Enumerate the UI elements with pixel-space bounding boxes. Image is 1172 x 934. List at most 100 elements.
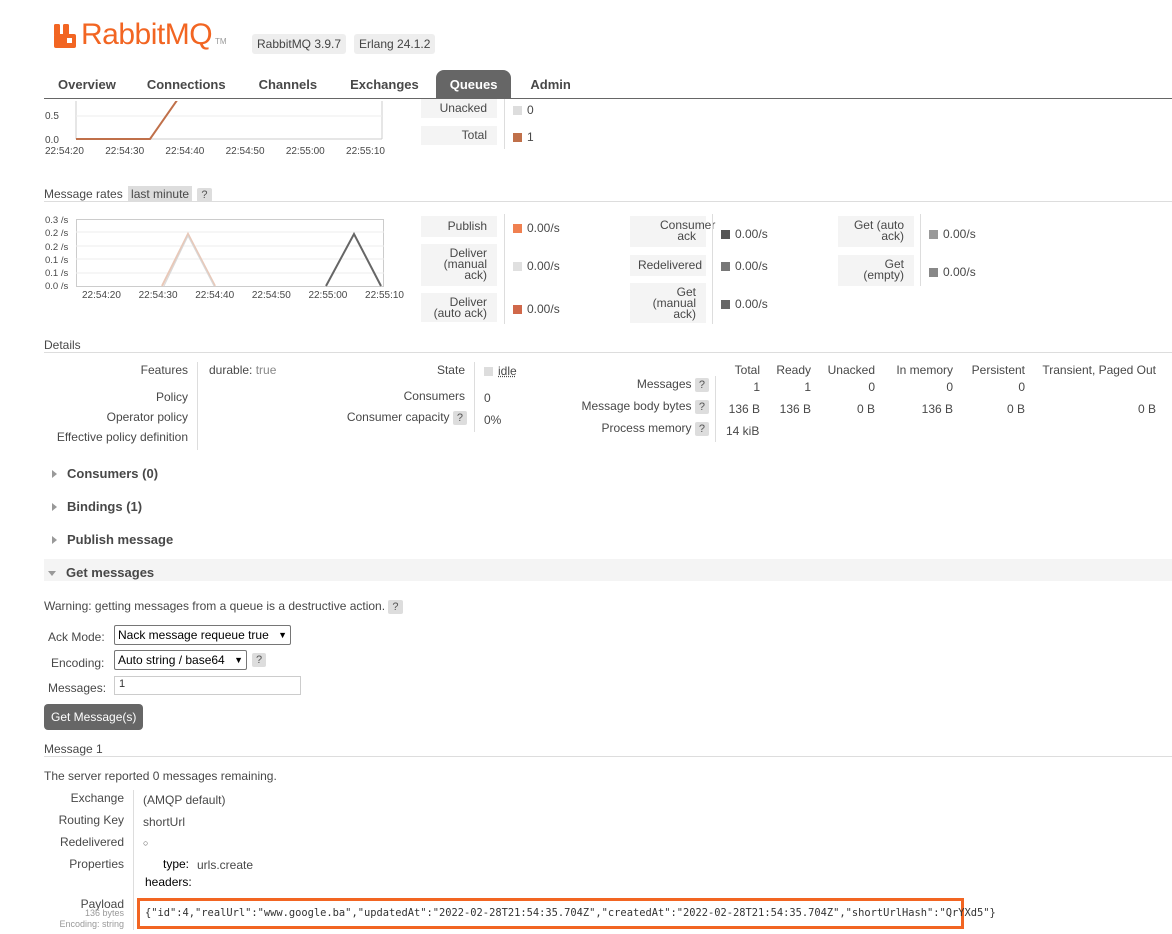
body-bytes-help-icon[interactable]: ? (694, 400, 709, 414)
tab-connections[interactable]: Connections (130, 70, 243, 98)
features-value: durable: true (209, 363, 276, 377)
publish-section-title: Publish message (67, 532, 174, 547)
queued-x-axis: 22:54:20 22:54:30 22:54:40 22:54:50 22:5… (45, 146, 385, 157)
process-memory-row-label: Process memory ? (560, 421, 709, 436)
legend-redelivered-label: Redelivered (630, 255, 706, 276)
legend-deliver-manual-label: Deliver (manual ack) (421, 244, 497, 286)
messages-table-header: Total Ready Unacked In memory Persistent… (720, 363, 1160, 377)
legend-get-manual: 0.00/s (721, 297, 768, 311)
process-memory-value: 14 kiB (726, 424, 760, 438)
warning-help-icon[interactable]: ? (388, 600, 403, 614)
redelivered-label: Redelivered (59, 835, 124, 849)
chevron-right-icon (52, 470, 57, 478)
rates-help-icon[interactable]: ? (197, 188, 212, 202)
queued-messages-chart (46, 101, 386, 147)
legend-unacked-label: Unacked (421, 99, 497, 118)
legend-get-auto-value: 0.00/s (943, 227, 976, 241)
messages-persistent: 0 (1018, 380, 1025, 394)
get-messages-button[interactable]: Get Message(s) (44, 704, 144, 730)
col-in-memory: In memory (896, 363, 953, 377)
message-rates-heading: Message rates last minute ? (44, 186, 212, 202)
rates-x-tick: 22:54:50 (251, 290, 291, 301)
rates-divider (44, 201, 1172, 202)
messages-ready: 1 (804, 380, 811, 394)
rates-y-tick: 0.3 /s (45, 215, 69, 226)
swatch-icon (513, 224, 522, 233)
payload-content: {"id":4,"realUrl":"www.google.ba","updat… (137, 898, 996, 929)
tab-exchanges[interactable]: Exchanges (333, 70, 436, 98)
consumers-label: Consumers (403, 389, 465, 403)
details-col-divider (474, 362, 475, 432)
rates-range-toggle[interactable]: last minute (128, 186, 193, 202)
exchange-label: Exchange (70, 791, 124, 805)
process-memory-help-icon[interactable]: ? (694, 422, 709, 436)
messages-help-icon[interactable]: ? (694, 378, 709, 392)
tab-queues[interactable]: Queues (435, 70, 512, 98)
body-bytes-row: 136 B 136 B 0 B 136 B 0 B 0 B (720, 402, 1160, 416)
features-key: durable: (209, 363, 253, 377)
warning-text: Warning: getting messages from a queue i… (44, 599, 386, 613)
rabbitmq-version-badge: RabbitMQ 3.9.7 (252, 34, 347, 54)
messages-row-text: Messages (636, 377, 692, 391)
legend-total-value: 1 (527, 130, 534, 144)
exchange-value: (AMQP default) (143, 793, 226, 807)
body-bytes-unacked: 0 B (856, 402, 875, 416)
tab-overview[interactable]: Overview (44, 70, 130, 98)
rates-x-tick: 22:55:10 (365, 290, 404, 301)
state-idle-text: idle (498, 364, 517, 378)
messages-count-label: Messages: (48, 681, 107, 695)
queued-x-tick: 22:54:30 (105, 146, 145, 157)
encoding-select[interactable]: Auto string / base64 ▼ (114, 650, 247, 670)
process-memory-row-text: Process memory (601, 421, 692, 435)
legend-deliver-manual: 0.00/s (513, 259, 560, 273)
legend-divider (712, 214, 713, 324)
tab-channels[interactable]: Channels (243, 70, 334, 98)
legend-redelivered: 0.00/s (721, 259, 768, 273)
redelivered-value-icon: ○ (143, 838, 149, 848)
get-messages-section-toggle[interactable]: Get messages (48, 565, 154, 580)
col-transient: Transient, Paged Out (1042, 363, 1156, 377)
queued-x-tick: 22:55:10 (346, 146, 385, 157)
body-bytes-ready: 136 B (779, 402, 811, 416)
messages-count-input[interactable]: 1 (114, 676, 301, 695)
encoding-help-icon[interactable]: ? (252, 653, 267, 667)
legend-get-empty-value: 0.00/s (943, 265, 976, 279)
policy-label: Policy (155, 390, 188, 404)
legend-publish-value: 0.00/s (527, 221, 560, 235)
messages-row-label: Messages ? (560, 377, 709, 392)
message-rates-chart (76, 219, 384, 287)
rates-y-tick: 0.0 /s (45, 281, 69, 293)
publish-section-toggle[interactable]: Publish message (52, 532, 173, 547)
tab-admin[interactable]: Admin (511, 70, 589, 98)
consumer-capacity-help-icon[interactable]: ? (452, 411, 467, 425)
rabbitmq-logo[interactable]: RabbitMQ TM (52, 18, 227, 50)
chevron-down-icon: ▼ (278, 630, 287, 640)
messages-row: 1 1 0 0 0 (720, 380, 1160, 394)
remaining-prefix: The server reported (44, 769, 153, 783)
messages-in-memory: 0 (946, 380, 953, 394)
body-bytes-row-label: Message body bytes ? (560, 399, 709, 414)
encoding-label: Encoding: (51, 656, 105, 670)
headers-label: headers: (145, 875, 192, 889)
main-nav-tabs: Overview Connections Channels Exchanges … (44, 70, 590, 98)
swatch-icon (513, 106, 522, 115)
remaining-suffix: messages remaining. (159, 769, 277, 783)
details-col-divider (715, 376, 716, 442)
legend-get-auto: 0.00/s (929, 227, 976, 241)
consumers-section-title: Consumers (0) (67, 466, 159, 481)
swatch-icon (721, 300, 730, 309)
rabbit-logo-icon (52, 22, 78, 50)
bindings-section-toggle[interactable]: Bindings (1) (52, 499, 142, 514)
state-value: idle (484, 364, 517, 378)
messages-unacked: 0 (868, 380, 875, 394)
legend-unacked-value: 0 (527, 103, 534, 117)
message-col-divider (133, 790, 134, 930)
legend-consumer-ack-label: Consumer ack (630, 216, 715, 247)
ack-mode-select[interactable]: Nack message requeue true ▼ (114, 625, 291, 645)
consumers-section-toggle[interactable]: Consumers (0) (52, 466, 158, 481)
body-bytes-row-text: Message body bytes (581, 399, 692, 413)
message-1-heading: Message 1 (44, 742, 103, 756)
rates-y-tick: 0.2 /s (45, 228, 69, 240)
rates-y-tick: 0.1 /s (45, 254, 69, 266)
legend-get-empty-label: Get (empty) (838, 255, 914, 286)
